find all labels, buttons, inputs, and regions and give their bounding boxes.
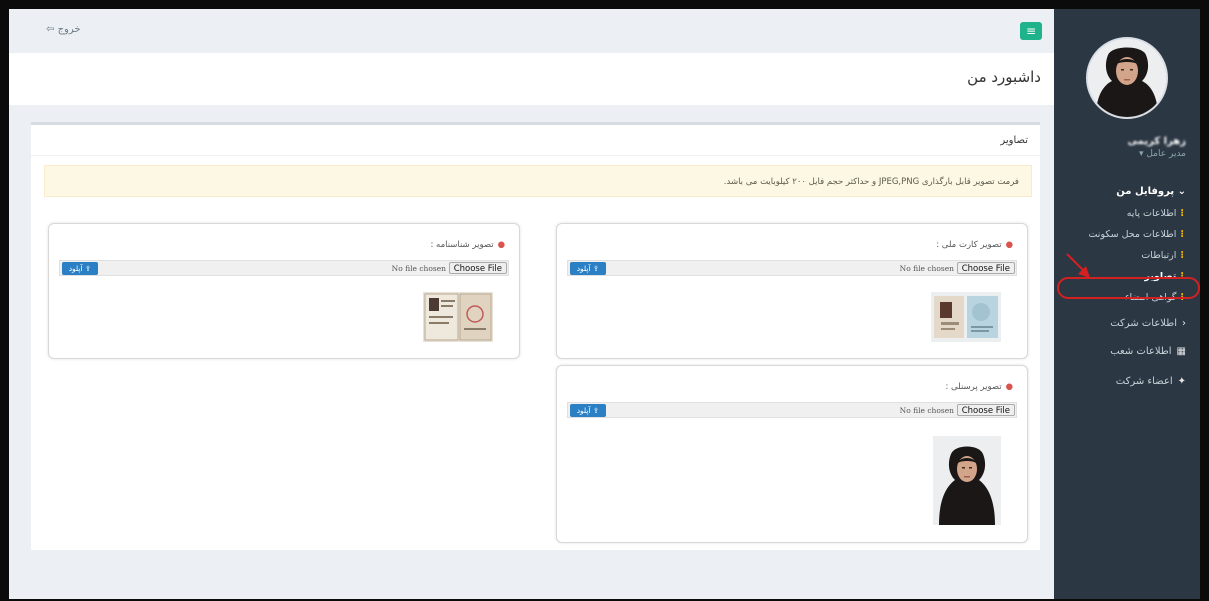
no-file-label: No file chosen bbox=[899, 264, 954, 273]
sidebar-subitem-residence[interactable]: ⁝اطلاعات محل سکونت bbox=[1054, 224, 1200, 245]
no-file-label: No file chosen bbox=[899, 406, 954, 415]
page-title: داشبورد من bbox=[967, 68, 1041, 86]
upload-button[interactable]: ⇪ آپلود bbox=[570, 404, 606, 417]
chevron-down-icon: ⌄ bbox=[1177, 186, 1186, 197]
avatar[interactable] bbox=[1086, 37, 1168, 119]
birth-certificate-label: ●تصویر شناسنامه : bbox=[430, 240, 505, 250]
logout-icon: ⇦ bbox=[46, 24, 55, 35]
choose-file-button[interactable]: Choose File bbox=[448, 262, 507, 274]
divider bbox=[31, 155, 1040, 156]
app-canvas: ≡ خروج ⇦ داشبورد من تصاویر فرمت تصویر قا… bbox=[9, 9, 1200, 599]
logout-label: خروج bbox=[57, 24, 81, 35]
sidebar-item-profile[interactable]: ⌄ پروفایل من bbox=[1054, 181, 1200, 203]
dots-icon: ⁝ bbox=[1180, 250, 1184, 261]
user-name: زهرا کریمی bbox=[1127, 136, 1186, 147]
hamburger-icon[interactable]: ≡ bbox=[1020, 22, 1042, 40]
grid-icon: ▦ bbox=[1176, 346, 1186, 357]
no-file-label: No file chosen bbox=[391, 264, 446, 273]
dots-icon: ⁝ bbox=[1180, 208, 1184, 219]
user-role-dropdown[interactable]: مدیر عامل ▾ bbox=[1139, 149, 1186, 159]
birth-certificate-thumbnail bbox=[423, 292, 493, 342]
choose-file-button[interactable]: Choose File bbox=[956, 404, 1015, 416]
sidebar-item-label: پروفایل من bbox=[1116, 186, 1175, 197]
national-card-file-input[interactable]: Choose File No file chosen ⇪ آپلود bbox=[567, 260, 1017, 276]
dots-icon: ⁝ bbox=[1180, 229, 1184, 240]
national-card-panel: ●تصویر کارت ملی : Choose File No file ch… bbox=[556, 223, 1028, 359]
box-title: تصاویر bbox=[1000, 135, 1028, 146]
sidebar-subitem-basic-info[interactable]: ⁝اطلاعات پایه bbox=[1054, 203, 1200, 224]
upload-button[interactable]: ⇪ آپلود bbox=[570, 262, 606, 275]
logout-link[interactable]: خروج ⇦ bbox=[46, 24, 81, 35]
birth-certificate-file-input[interactable]: Choose File No file chosen ⇪ آپلود bbox=[59, 260, 509, 276]
national-card-label: ●تصویر کارت ملی : bbox=[936, 240, 1013, 250]
upload-button[interactable]: ⇪ آپلود bbox=[62, 262, 98, 275]
personal-photo-label: ●تصویر پرسنلی : bbox=[945, 382, 1013, 392]
annotation-arrow-icon bbox=[1066, 253, 1090, 278]
page-header: داشبورد من bbox=[9, 53, 1054, 105]
sidebar-item-members[interactable]: ✦اعضاء شرکت bbox=[1054, 366, 1200, 398]
personal-photo-thumbnail bbox=[933, 436, 1001, 525]
chevron-left-icon: ‹ bbox=[1182, 318, 1186, 329]
top-navbar: ≡ خروج ⇦ bbox=[9, 9, 1054, 53]
sidebar: زهرا کریمی مدیر عامل ▾ ⌄ پروفایل من ⁝اطل… bbox=[1054, 9, 1200, 599]
personal-photo-file-input[interactable]: Choose File No file chosen ⇪ آپلود bbox=[567, 402, 1017, 418]
national-card-thumbnail bbox=[931, 292, 1001, 342]
images-box: تصاویر فرمت تصویر قابل بارگذاری JPEG,PNG… bbox=[31, 122, 1040, 550]
sidebar-item-branches[interactable]: ▦اطلاعات شعب bbox=[1054, 336, 1200, 368]
birth-certificate-panel: ●تصویر شناسنامه : Choose File No file ch… bbox=[48, 223, 520, 359]
users-icon: ✦ bbox=[1177, 376, 1186, 387]
personal-photo-panel: ●تصویر پرسنلی : Choose File No file chos… bbox=[556, 365, 1028, 543]
choose-file-button[interactable]: Choose File bbox=[956, 262, 1015, 274]
highlight-ring bbox=[1057, 277, 1200, 299]
format-alert: فرمت تصویر قابل بارگذاری JPEG,PNG و حداک… bbox=[44, 165, 1032, 197]
